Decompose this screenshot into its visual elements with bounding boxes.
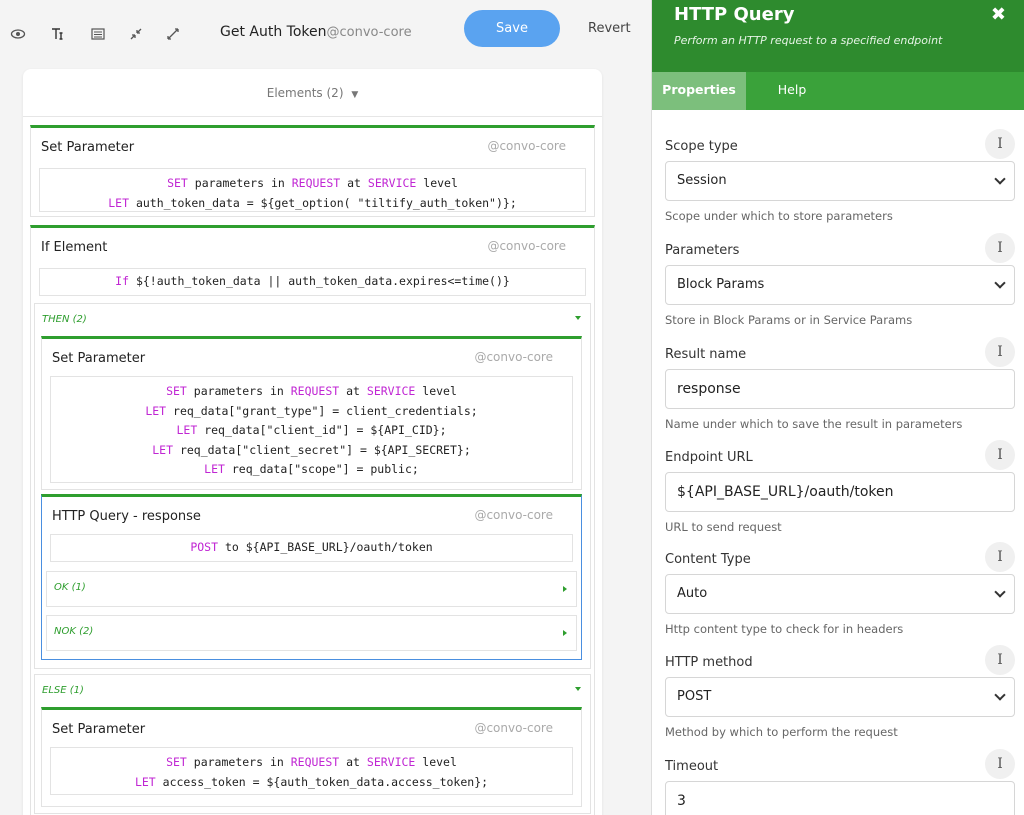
caret-down-icon[interactable] (575, 687, 581, 691)
text-icon[interactable] (50, 26, 66, 42)
tab-properties[interactable]: Properties (652, 72, 746, 110)
if-element-block[interactable]: If Element @convo-core If ${!auth_token_… (30, 225, 595, 815)
set-parameter-block[interactable]: Set Parameter @convo-core SET parameters… (41, 707, 582, 807)
field-help: Http content type to check for in header… (665, 622, 904, 636)
endpoint-url-input[interactable]: ${API_BASE_URL}/oauth/token (665, 472, 1015, 512)
close-icon[interactable]: ✖ (991, 4, 1006, 25)
expand-icon[interactable] (165, 26, 181, 42)
caret-down-icon[interactable] (575, 316, 581, 320)
field-label: Scope type (665, 139, 738, 154)
block-title: Set Parameter (41, 140, 135, 155)
code-line: LET req_data["grant_type"] = client_cred… (145, 403, 478, 418)
content-type-select[interactable]: Auto (665, 574, 1015, 614)
scope-type-select[interactable]: Session (665, 161, 1015, 201)
else-branch[interactable]: ELSE (1) Set Parameter @convo-core SET p… (34, 674, 591, 814)
text-cursor-icon[interactable]: I (985, 129, 1015, 159)
field-label: Content Type (665, 552, 751, 567)
caret-right-icon[interactable] (563, 586, 567, 592)
code-line: LET req_data["scope"] = public; (204, 462, 419, 476)
code-line: LET req_data["client_id"] = ${API_CID}; (176, 423, 447, 437)
branch-label: NOK (2) (54, 626, 94, 637)
set-parameter-block[interactable]: Set Parameter @convo-core SET parameters… (30, 125, 595, 217)
flow-title: Get Auth Token@convo-core (220, 24, 412, 40)
code-line: SET parameters in REQUEST at SERVICE lev… (166, 384, 457, 398)
timeout-input[interactable]: 3 (665, 781, 1015, 815)
field-help: URL to send request (665, 520, 782, 534)
chevron-down-icon (994, 586, 1006, 598)
flow-name: Get Auth Token (220, 24, 327, 40)
block-title: HTTP Query - response (52, 509, 201, 524)
chevron-down-icon (994, 173, 1006, 185)
block-namespace: @convo-core (474, 350, 553, 364)
block-namespace: @convo-core (487, 239, 566, 253)
result-name-input[interactable]: response (665, 369, 1015, 409)
flow-namespace: @convo-core (326, 25, 412, 40)
set-parameter-block[interactable]: Set Parameter @convo-core SET parameters… (41, 336, 582, 490)
chevron-down-icon (994, 277, 1006, 289)
branch-label: OK (1) (54, 582, 86, 593)
field-help: Method by which to perform the request (665, 725, 898, 739)
code-line: SET parameters in REQUEST at SERVICE lev… (166, 755, 457, 769)
ok-branch[interactable]: OK (1) (46, 571, 577, 607)
panel-tabs: Properties Help (652, 72, 1024, 110)
text-cursor-icon[interactable]: I (985, 440, 1015, 470)
block-title: Set Parameter (52, 351, 146, 366)
caret-down-icon: ▼ (351, 90, 359, 100)
block-namespace: @convo-core (474, 508, 553, 522)
panel-title: HTTP Query (674, 4, 795, 25)
elements-label: Elements (2) (266, 86, 344, 100)
branch-label: ELSE (1) (42, 685, 84, 696)
code-line: SET parameters in REQUEST at SERVICE lev… (167, 176, 458, 190)
http-query-block[interactable]: HTTP Query - response @convo-core POST t… (41, 494, 582, 660)
code-preview: SET parameters in REQUEST at SERVICE lev… (39, 168, 586, 212)
field-label: Timeout (665, 759, 719, 774)
caret-right-icon[interactable] (563, 630, 567, 636)
block-title: Set Parameter (52, 722, 146, 737)
text-cursor-icon[interactable]: I (985, 749, 1015, 779)
select-value: Block Params (677, 277, 765, 292)
block-namespace: @convo-core (474, 721, 553, 735)
flow-canvas: Elements (2) ▼ Set Parameter @convo-core… (23, 69, 602, 815)
code-line: LET auth_token_data = ${get_option( "til… (108, 195, 517, 210)
select-value: Auto (677, 586, 708, 601)
select-value: Session (677, 173, 727, 188)
code-preview: POST to ${API_BASE_URL}/oauth/token (50, 534, 573, 562)
parameters-select[interactable]: Block Params (665, 265, 1015, 305)
editor-toolbar: Get Auth Token@convo-core Save Revert (0, 0, 650, 66)
eye-icon[interactable] (10, 26, 26, 42)
field-help: Name under which to save the result in p… (665, 417, 963, 431)
field-help: Scope under which to store parameters (665, 209, 893, 223)
select-value: POST (677, 689, 712, 704)
nok-branch[interactable]: NOK (2) (46, 615, 577, 651)
block-namespace: @convo-core (487, 139, 566, 153)
text-cursor-icon[interactable]: I (985, 645, 1015, 675)
text-cursor-icon[interactable]: I (985, 337, 1015, 367)
code-line: LET req_data["client_secret"] = ${API_SE… (152, 442, 471, 457)
condition-preview: If ${!auth_token_data || auth_token_data… (39, 268, 586, 296)
text-cursor-icon[interactable]: I (985, 233, 1015, 263)
field-label: Endpoint URL (665, 450, 753, 465)
then-branch[interactable]: THEN (2) Set Parameter @convo-core SET p… (34, 303, 591, 669)
list-icon[interactable] (90, 26, 106, 42)
field-label: Result name (665, 347, 747, 362)
field-help: Store in Block Params or in Service Para… (665, 313, 913, 327)
revert-button[interactable]: Revert (588, 21, 631, 36)
text-cursor-icon[interactable]: I (985, 542, 1015, 572)
branch-label: THEN (2) (42, 314, 87, 325)
http-method-select[interactable]: POST (665, 677, 1015, 717)
save-button[interactable]: Save (464, 10, 560, 47)
panel-header: HTTP Query Perform an HTTP request to a … (652, 0, 1024, 72)
chevron-down-icon (994, 689, 1006, 701)
tab-help[interactable]: Help (762, 72, 822, 110)
block-title: If Element (41, 240, 108, 255)
elements-dropdown[interactable]: Elements (2) ▼ (23, 69, 602, 117)
properties-panel: HTTP Query Perform an HTTP request to a … (651, 0, 1024, 815)
code-line: LET access_token = ${auth_token_data.acc… (134, 774, 489, 789)
field-label: Parameters (665, 243, 740, 258)
code-preview: SET parameters in REQUEST at SERVICE lev… (50, 376, 573, 483)
collapse-icon[interactable] (128, 26, 144, 42)
code-preview: SET parameters in REQUEST at SERVICE lev… (50, 747, 573, 795)
field-label: HTTP method (665, 655, 753, 670)
panel-subtitle: Perform an HTTP request to a specified e… (674, 34, 943, 47)
